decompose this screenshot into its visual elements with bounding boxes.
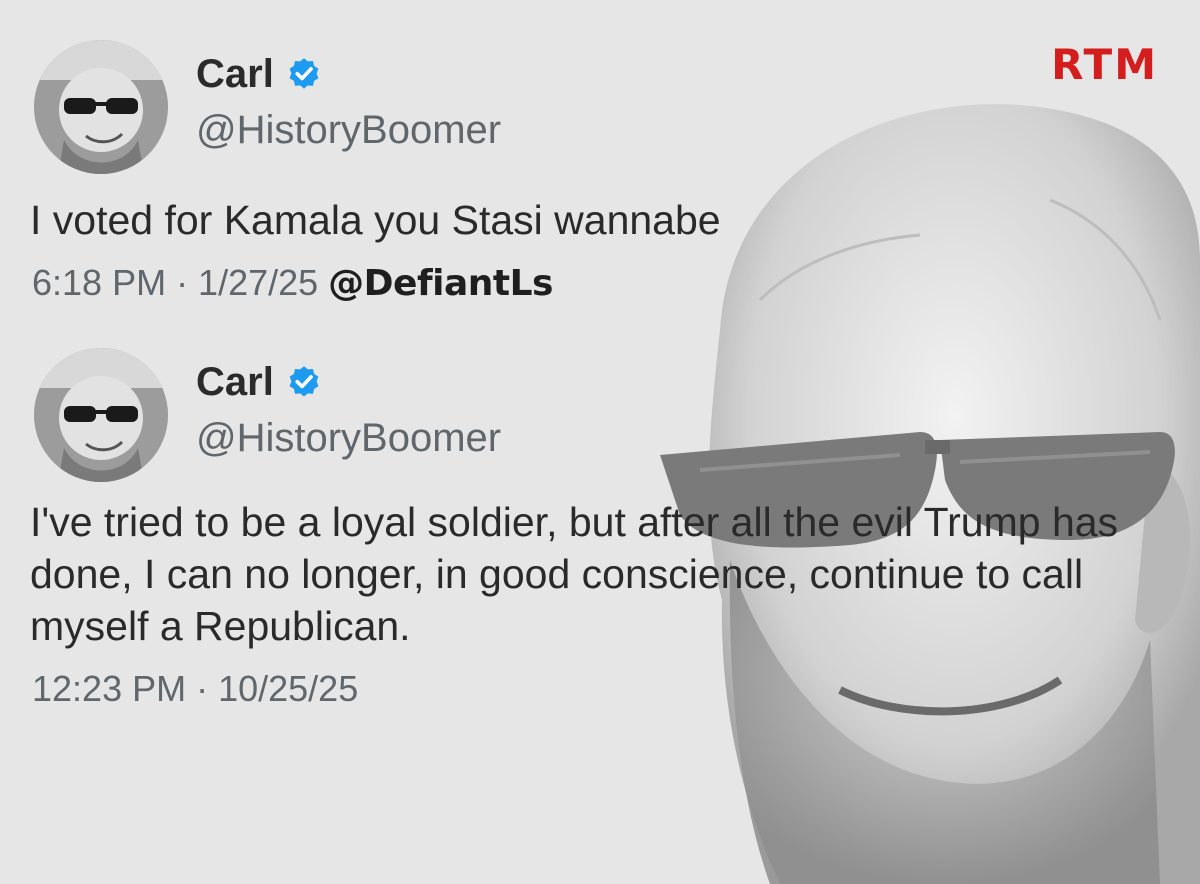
tweet-header: Carl @HistoryBoomer xyxy=(0,338,1160,482)
user-handle[interactable]: @HistoryBoomer xyxy=(196,416,501,461)
avatar-photo-icon xyxy=(34,348,168,482)
avatar[interactable] xyxy=(34,348,168,482)
display-name[interactable]: Carl xyxy=(196,360,274,405)
display-name[interactable]: Carl xyxy=(196,52,274,97)
avatar-photo-icon xyxy=(34,40,168,174)
tweet-text: I've tried to be a loyal soldier, but af… xyxy=(30,499,1119,649)
user-handle[interactable]: @HistoryBoomer xyxy=(196,108,501,153)
tweet-timestamp[interactable]: 6:18 PM · 1/27/25 xyxy=(32,262,318,303)
tweet-card-1: Carl @HistoryBoomer I voted for Kamala y… xyxy=(0,30,721,304)
verified-badge-icon xyxy=(289,366,319,397)
tweet-card-2: Carl @HistoryBoomer I've tried to be a l… xyxy=(0,338,1160,710)
author-block: Carl @HistoryBoomer xyxy=(196,358,501,461)
rtm-watermark-logo: RTM xyxy=(1051,40,1158,89)
tweet-meta: 12:23 PM · 10/25/25 xyxy=(32,668,1160,710)
verified-badge-icon xyxy=(289,58,319,89)
avatar[interactable] xyxy=(34,40,168,174)
tweet-text: I voted for Kamala you Stasi wannabe xyxy=(30,197,721,243)
source-credit: @DefiantLs xyxy=(328,263,553,304)
tweet-timestamp[interactable]: 12:23 PM · 10/25/25 xyxy=(32,668,358,709)
tweet-meta: 6:18 PM · 1/27/25 @DefiantLs xyxy=(32,262,721,304)
author-block: Carl @HistoryBoomer xyxy=(196,50,501,153)
tweet-header: Carl @HistoryBoomer xyxy=(0,30,721,174)
name-line: Carl xyxy=(196,50,501,98)
name-line: Carl xyxy=(196,358,501,406)
